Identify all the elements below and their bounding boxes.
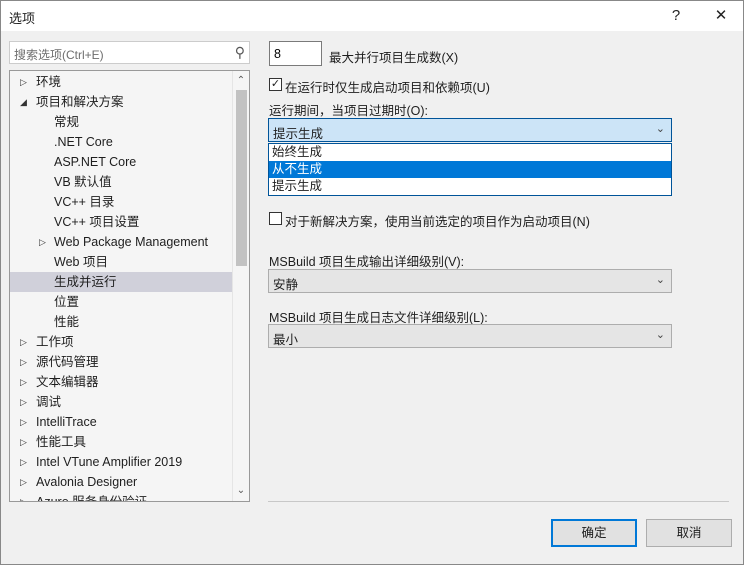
out-of-date-select[interactable]: 提示生成 ⌄ (268, 118, 672, 142)
tree-item[interactable]: .NET Core (10, 132, 232, 152)
tree-item-label: 环境 (36, 75, 62, 89)
chevron-down-icon: ⌄ (655, 123, 665, 135)
tree-item-label: 位置 (54, 295, 80, 309)
expanded-arrow-icon[interactable]: ◢ (20, 92, 27, 112)
tree-item-label: Azure 服务身份验证 (36, 495, 148, 502)
tree-item[interactable]: ASP.NET Core (10, 152, 232, 172)
tree-item-label: 项目和解决方案 (36, 95, 124, 109)
output-verbosity-select[interactable]: 安静 ⌄ (268, 269, 672, 293)
tree-scrollbar[interactable]: ⌃ ⌄ (232, 71, 249, 501)
scroll-down-icon[interactable]: ⌄ (233, 483, 249, 499)
tree-item[interactable]: 位置 (10, 292, 232, 312)
tree-item[interactable]: ▷ 文本编辑器 (10, 372, 232, 392)
divider (268, 501, 729, 502)
ok-button[interactable]: 确定 (551, 519, 637, 547)
search-icon[interactable]: ⚲ (235, 44, 245, 61)
tree-item-label: Avalonia Designer (36, 475, 138, 489)
tree-item[interactable]: VB 默认值 (10, 172, 232, 192)
tree-item-label: ASP.NET Core (54, 155, 137, 169)
tree-item[interactable]: ▷ Web Package Management (10, 232, 232, 252)
chevron-down-icon: ⌄ (655, 274, 665, 286)
dialog-title: 选项 (9, 11, 36, 26)
collapsed-arrow-icon[interactable]: ▷ (20, 432, 27, 452)
option-always-build[interactable]: 始终生成 (269, 144, 671, 161)
tree-item-label: 文本编辑器 (36, 375, 99, 389)
tree-item[interactable]: ▷ 调试 (10, 392, 232, 412)
tree-item-label: Web 项目 (54, 255, 108, 269)
output-verbosity-value: 安静 (273, 278, 299, 292)
tree-item-label: VB 默认值 (54, 175, 112, 189)
only-startup-checkbox[interactable]: ✓ (269, 78, 282, 91)
tree-item[interactable]: 性能 (10, 312, 232, 332)
scroll-thumb[interactable] (236, 90, 247, 266)
collapsed-arrow-icon[interactable]: ▷ (20, 392, 27, 412)
tree-item-label: .NET Core (54, 135, 113, 149)
scroll-up-icon[interactable]: ⌃ (233, 73, 249, 89)
collapsed-arrow-icon[interactable]: ▷ (20, 492, 27, 501)
tree-item[interactable]: ▷ 性能工具 (10, 432, 232, 452)
collapsed-arrow-icon[interactable]: ▷ (20, 372, 27, 392)
collapsed-arrow-icon[interactable]: ▷ (39, 232, 46, 252)
chevron-down-icon: ⌄ (655, 329, 665, 341)
tree-item-label: 性能 (54, 315, 80, 329)
tree-item-label: 常规 (54, 115, 80, 129)
help-button[interactable]: ? (661, 5, 691, 27)
tree-item[interactable]: VC++ 项目设置 (10, 212, 232, 232)
tree-item-label: 工作项 (36, 335, 74, 349)
option-never-build[interactable]: 从不生成 (269, 161, 671, 178)
options-tree: ▷ Azure 服务身份验证 ▷ Avalonia Designer ▷ Intel VT… (9, 70, 250, 502)
tree-item[interactable]: ◢ 项目和解决方案 (10, 92, 232, 112)
tree-item[interactable]: ▷ 环境 (10, 72, 232, 92)
close-button[interactable]: ✕ (706, 5, 736, 27)
collapsed-arrow-icon[interactable]: ▷ (20, 332, 27, 352)
new-solution-checkbox[interactable] (269, 212, 282, 225)
tree-item-label: 源代码管理 (36, 355, 99, 369)
tree-item-label: 性能工具 (36, 435, 87, 449)
tree-item[interactable]: VC++ 目录 (10, 192, 232, 212)
only-startup-label: 在运行时仅生成启动项目和依赖项(U) (285, 81, 490, 95)
tree-item[interactable]: ▷ 工作项 (10, 332, 232, 352)
collapsed-arrow-icon[interactable]: ▷ (20, 72, 27, 92)
max-parallel-label: 最大并行项目生成数(X) (329, 51, 459, 65)
log-verbosity-value: 最小 (273, 333, 299, 347)
collapsed-arrow-icon[interactable]: ▷ (20, 412, 27, 432)
out-of-date-dropdown: 始终生成 从不生成 提示生成 (268, 143, 672, 196)
tree-item[interactable]: Web 项目 (10, 252, 232, 272)
tree-item-label: IntelliTrace (36, 415, 97, 429)
tree-item[interactable]: ▷ Avalonia Designer (10, 472, 232, 492)
tree-item[interactable]: ▷ Azure 服务身份验证 (10, 492, 232, 502)
tree-item[interactable]: 生成并运行 (10, 272, 232, 292)
tree-item[interactable]: ▷ Intel VTune Amplifier 2019 (10, 452, 232, 472)
out-of-date-value: 提示生成 (273, 127, 324, 141)
tree-item-label: 调试 (36, 395, 62, 409)
max-parallel-input[interactable] (269, 41, 322, 66)
tree-item-label: 生成并运行 (54, 275, 117, 289)
tree-item-label: Web Package Management (54, 235, 209, 249)
output-verbosity-label: MSBuild 项目生成输出详细级别(V): (269, 255, 465, 269)
title-bar: 选项 ? ✕ (1, 1, 743, 31)
collapsed-arrow-icon[interactable]: ▷ (20, 352, 27, 372)
tree-item-label: VC++ 项目设置 (54, 215, 140, 229)
search-placeholder: 搜索选项(Ctrl+E) (14, 48, 104, 62)
search-input[interactable]: 搜索选项(Ctrl+E) ⚲ (9, 41, 250, 64)
tree-item[interactable]: ▷ IntelliTrace (10, 412, 232, 432)
options-dialog: 选项 ? ✕ 搜索选项(Ctrl+E) ⚲ ▷ Azure 服务身份验证 ▷ Aval… (0, 0, 744, 565)
new-solution-label: 对于新解决方案，使用当前选定的项目作为启动项目(N) (285, 215, 590, 229)
out-of-date-label: 运行期间，当项目过期时(O): (269, 104, 429, 118)
cancel-button[interactable]: 取消 (646, 519, 732, 547)
collapsed-arrow-icon[interactable]: ▷ (20, 472, 27, 492)
tree-item[interactable]: ▷ 源代码管理 (10, 352, 232, 372)
tree-item-label: Intel VTune Amplifier 2019 (36, 455, 183, 469)
collapsed-arrow-icon[interactable]: ▷ (20, 452, 27, 472)
option-prompt-build[interactable]: 提示生成 (269, 178, 671, 195)
tree-item[interactable]: 常规 (10, 112, 232, 132)
tree-item-label: VC++ 目录 (54, 195, 115, 209)
log-verbosity-select[interactable]: 最小 ⌄ (268, 324, 672, 348)
